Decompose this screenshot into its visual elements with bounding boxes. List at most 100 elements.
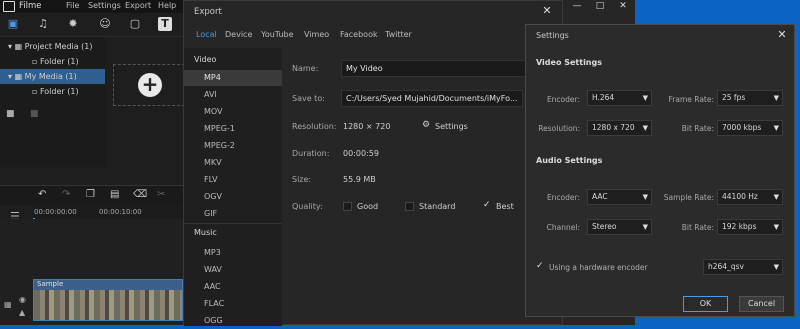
hardware-encoder-label: Using a hardware encoder [549, 263, 648, 272]
hardware-encoder-select[interactable]: h264_qsv ▼ [703, 259, 783, 275]
delete-icon[interactable]: ⌫ [133, 189, 147, 200]
tab-device[interactable]: Device [225, 30, 252, 39]
tree-item-folder[interactable]: ▫ Folder (1) [0, 54, 105, 69]
ruler-tick-label: 00:00:10:00 [99, 208, 142, 216]
format-ogv[interactable]: OGV [184, 189, 282, 205]
audio-settings-heading: Audio Settings [536, 156, 603, 165]
menu-settings[interactable]: Settings [88, 1, 121, 10]
caret-down-icon: ▼ [773, 124, 779, 132]
quality-standard-checkbox[interactable] [405, 202, 414, 211]
resolution-value: 1280 × 720 [343, 122, 391, 131]
audio-bitrate-select[interactable]: 192 kbps ▼ [717, 219, 783, 235]
close-icon[interactable]: ✕ [611, 0, 635, 13]
import-plus-icon[interactable]: + [138, 73, 162, 97]
eye-icon[interactable]: ◉ [19, 295, 26, 304]
quality-good-checkbox[interactable] [343, 202, 352, 211]
sample-rate-label: Sample Rate: [663, 193, 714, 202]
filter-icon[interactable]: ▢ [128, 17, 142, 31]
name-input[interactable]: My Video [341, 60, 531, 77]
filme-main-window: Filme File Settings Export Help ▣ ♫ ✸ ☺ … [0, 0, 190, 325]
tab-local[interactable]: Local [196, 30, 217, 39]
size-label: Size: [292, 175, 312, 184]
select-value: H.264 [592, 93, 615, 102]
add-folder-icon[interactable]: ■ [6, 109, 15, 119]
tree-item-folder[interactable]: ▫ Folder (1) [0, 84, 105, 99]
undo-icon[interactable]: ↶ [38, 189, 46, 200]
title-bar: Filme File Settings Export Help [0, 0, 190, 13]
media-library-icon[interactable]: ▣ [6, 17, 20, 31]
tree-item-my-media[interactable]: ▾ ▦ My Media (1) [0, 69, 105, 84]
format-avi[interactable]: AVI [184, 87, 282, 103]
timeline-ruler[interactable]: 00:00:00:00 00:00:10:00 [33, 205, 190, 219]
format-flac[interactable]: FLAC [184, 296, 282, 312]
grid-icon: ▦ [14, 42, 23, 51]
video-settings-heading: Video Settings [536, 58, 602, 67]
tab-facebook[interactable]: Facebook [340, 30, 378, 39]
format-wav[interactable]: WAV [184, 262, 282, 278]
format-mov[interactable]: MOV [184, 104, 282, 120]
paste-icon[interactable]: ▤ [110, 189, 119, 200]
sticker-icon[interactable]: ☺ [98, 17, 112, 31]
text-icon[interactable]: T [158, 17, 172, 31]
sample-rate-select[interactable]: 44100 Hz ▼ [717, 189, 783, 205]
tree-item-project-media[interactable]: ▾ ▦ Project Media (1) [0, 39, 105, 54]
tab-twitter[interactable]: Twitter [385, 30, 412, 39]
caret-down-icon: ▼ [642, 94, 648, 102]
copy-icon[interactable]: ❐ [86, 189, 95, 200]
menu-file[interactable]: File [66, 1, 79, 10]
track-video-icon[interactable]: ▦ [4, 300, 12, 309]
caret-down-icon: ▼ [642, 193, 648, 201]
checkmark-icon[interactable]: ✓ [483, 200, 491, 210]
cut-icon[interactable]: ✂ [157, 189, 165, 200]
ruler-tick-label: 00:00:00:00 [34, 208, 77, 216]
close-icon[interactable]: ✕ [539, 3, 555, 19]
export-dialog: Export ✕ Local Device YouTube Vimeo Face… [183, 0, 563, 326]
tree-item-label: Folder (1) [39, 57, 79, 66]
gear-icon[interactable]: ⚙ [422, 120, 430, 130]
format-flv[interactable]: FLV [184, 172, 282, 188]
frame-rate-select[interactable]: 25 fps ▼ [717, 90, 783, 106]
format-aac[interactable]: AAC [184, 279, 282, 295]
hardware-encoder-checkbox[interactable]: ✓ [536, 261, 544, 271]
close-icon[interactable]: ✕ [774, 27, 790, 43]
frame-rate-label: Frame Rate: [668, 95, 714, 104]
redo-icon[interactable]: ↷ [62, 189, 70, 200]
format-mpeg2[interactable]: MPEG-2 [184, 138, 282, 154]
format-gif[interactable]: GIF [184, 206, 282, 222]
effects-icon[interactable]: ✸ [66, 17, 80, 31]
ok-button[interactable]: OK [683, 296, 728, 312]
video-encoder-select[interactable]: H.264 ▼ [587, 90, 652, 106]
resolution-label: Resolution: [292, 122, 337, 131]
format-mp4[interactable]: MP4 [184, 70, 282, 86]
delete-folder-icon[interactable]: ■ [30, 109, 39, 119]
audio-encoder-select[interactable]: AAC ▼ [587, 189, 652, 205]
video-bitrate-select[interactable]: 7000 kbps ▼ [717, 120, 783, 136]
format-ogg[interactable]: OGG [184, 313, 282, 329]
menu-help[interactable]: Help [158, 1, 176, 10]
filme-logo-icon [3, 1, 15, 12]
cancel-button[interactable]: Cancel [739, 296, 784, 312]
format-mpeg1[interactable]: MPEG-1 [184, 121, 282, 137]
minimize-icon[interactable]: — [565, 0, 589, 13]
chevron-down-icon: ▾ [8, 42, 13, 51]
select-value: AAC [592, 192, 608, 201]
maximize-icon[interactable]: □ [588, 0, 612, 13]
channel-select[interactable]: Stereo ▼ [587, 219, 652, 235]
duration-label: Duration: [292, 149, 330, 158]
caret-down-icon: ▼ [773, 193, 779, 201]
video-encoder-label: Encoder: [546, 95, 580, 104]
quality-standard-label: Standard [419, 202, 456, 211]
video-clip[interactable]: Sample [33, 279, 183, 321]
tab-vimeo[interactable]: Vimeo [304, 30, 329, 39]
tab-youtube[interactable]: YouTube [261, 30, 294, 39]
select-value: 192 kbps [722, 222, 757, 231]
music-icon[interactable]: ♫ [36, 17, 50, 31]
settings-button[interactable]: Settings [435, 122, 468, 131]
menu-export[interactable]: Export [125, 1, 151, 10]
save-path-input[interactable]: C:/Users/Syed Mujahid/Documents/iMyFo... [341, 90, 523, 107]
video-resolution-select[interactable]: 1280 x 720 ▼ [587, 120, 652, 136]
format-mkv[interactable]: MKV [184, 155, 282, 171]
lock-icon[interactable]: ▲ [19, 308, 25, 317]
format-mp3[interactable]: MP3 [184, 245, 282, 261]
video-bitrate-label: Bit Rate: [681, 124, 714, 133]
